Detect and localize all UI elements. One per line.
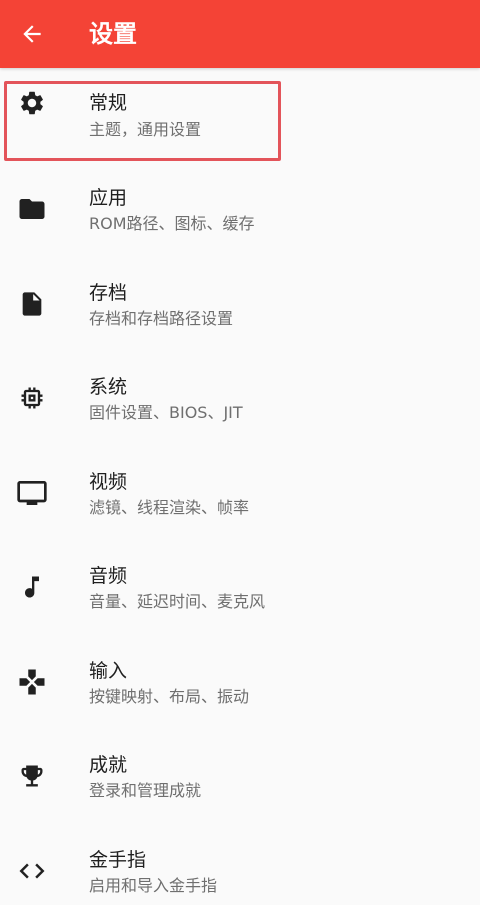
settings-row-cheats[interactable]: 金手指 启用和导入金手指 xyxy=(0,824,480,905)
gamepad-icon xyxy=(16,667,48,697)
settings-item-subtitle: 存档和存档路径设置 xyxy=(89,309,234,328)
arrow-back-icon xyxy=(23,25,41,43)
settings-item-subtitle: 主题，通用设置 xyxy=(89,120,202,139)
settings-item-title: 金手指 xyxy=(89,849,147,871)
music-note-icon xyxy=(17,572,47,602)
settings-row-saves[interactable]: 存档 存档和存档路径设置 xyxy=(0,257,480,351)
chip-icon xyxy=(17,383,47,413)
settings-row-system[interactable]: 系统 固件设置、BIOS、JIT xyxy=(0,351,480,445)
settings-item-title: 成就 xyxy=(89,754,128,776)
settings-item-subtitle: 固件设置、BIOS、JIT xyxy=(89,403,243,422)
settings-item-title: 应用 xyxy=(89,187,128,209)
settings-item-title: 常规 xyxy=(89,92,128,114)
gear-icon xyxy=(17,88,47,118)
settings-item-subtitle: 登录和管理成就 xyxy=(89,781,202,800)
settings-item-general[interactable]: 常规 主题，通用设置 xyxy=(0,68,480,162)
settings-item-subtitle: 启用和导入金手指 xyxy=(89,876,218,895)
back-button[interactable] xyxy=(12,14,52,54)
settings-item-subtitle: 音量、延迟时间、麦克风 xyxy=(89,592,266,611)
settings-row-video[interactable]: 视频 滤镜、线程渲染、帧率 xyxy=(0,446,480,540)
settings-item-title: 音频 xyxy=(89,565,128,587)
settings-row-audio[interactable]: 音频 音量、延迟时间、麦克风 xyxy=(0,540,480,634)
trophy-icon xyxy=(17,761,47,791)
settings-list: 常规 主题，通用设置 xyxy=(0,68,480,162)
settings-item-subtitle: 滤镜、线程渲染、帧率 xyxy=(89,498,250,517)
code-icon xyxy=(16,856,48,886)
page-title: 设置 xyxy=(89,20,137,48)
monitor-icon xyxy=(15,478,49,508)
settings-item-title: 系统 xyxy=(89,376,128,398)
settings-item-title: 视频 xyxy=(89,471,128,493)
file-icon xyxy=(17,289,47,319)
app-bar: 设置 xyxy=(0,0,480,68)
settings-item-subtitle: 按键映射、布局、振动 xyxy=(89,687,250,706)
settings-row-input[interactable]: 输入 按键映射、布局、振动 xyxy=(0,635,480,729)
settings-row-achievements[interactable]: 成就 登录和管理成就 xyxy=(0,729,480,823)
settings-row-app[interactable]: 应用 ROM路径、图标、缓存 xyxy=(0,162,480,256)
folder-icon xyxy=(17,194,47,224)
settings-item-subtitle: ROM路径、图标、缓存 xyxy=(89,214,255,233)
settings-item-title: 输入 xyxy=(89,660,128,682)
settings-item-title: 存档 xyxy=(89,282,128,304)
